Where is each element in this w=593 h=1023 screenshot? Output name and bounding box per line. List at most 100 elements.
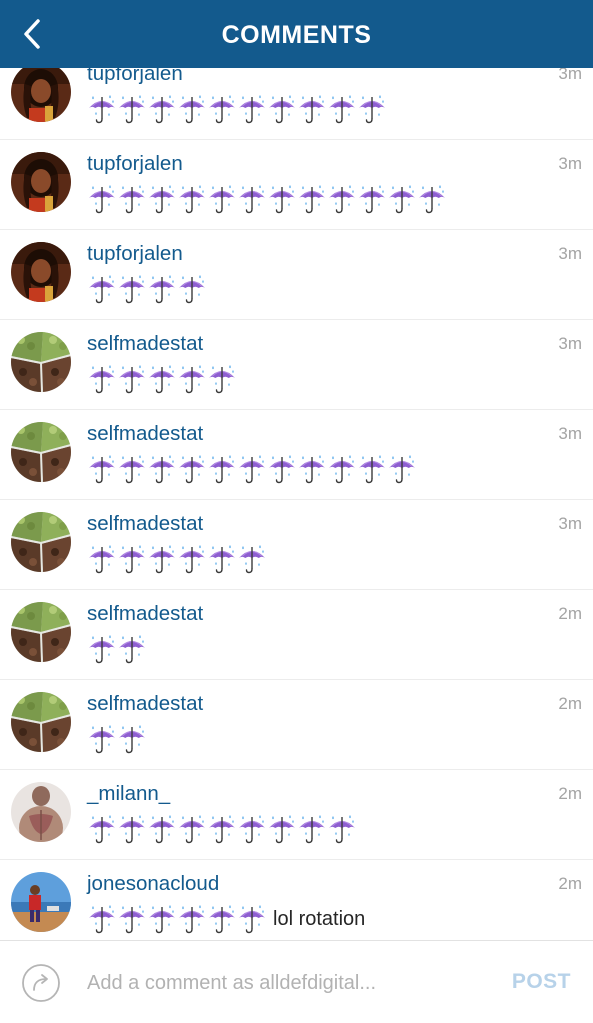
comment-timestamp: 2m: [558, 694, 582, 713]
umbrella-with-rain-icon: [119, 725, 145, 754]
comment-body: [87, 362, 237, 396]
avatar[interactable]: [11, 782, 71, 842]
comment-username[interactable]: jonesonacloud: [87, 872, 219, 896]
umbrella-with-rain-icon: [359, 455, 385, 484]
umbrella-with-rain-icon: [179, 455, 205, 484]
avatar[interactable]: [11, 422, 71, 482]
comment-username[interactable]: selfmadestat: [87, 602, 203, 626]
umbrella-with-rain-icon: [89, 635, 115, 664]
umbrella-with-rain-icon: [209, 455, 235, 484]
comment-body: [87, 632, 147, 666]
umbrella-with-rain-icon: [149, 545, 175, 574]
comment-body: lol rotation: [87, 902, 365, 936]
umbrella-with-rain-icon: [179, 185, 205, 214]
umbrella-with-rain-icon: [269, 815, 295, 844]
umbrella-with-rain-icon: [329, 455, 355, 484]
post-button[interactable]: POST: [512, 970, 571, 994]
comment-timestamp: 2m: [558, 604, 582, 623]
umbrella-with-rain-icon: [209, 905, 235, 934]
umbrella-with-rain-icon: [179, 545, 205, 574]
comment-timestamp: 3m: [558, 424, 582, 443]
umbrella-with-rain-icon: [89, 185, 115, 214]
umbrella-with-rain-icon: [299, 185, 325, 214]
comment-timestamp: 3m: [558, 154, 582, 173]
comment-username[interactable]: tupforjalen: [87, 152, 183, 176]
umbrella-with-rain-icon: [389, 185, 415, 214]
umbrella-with-rain-icon: [179, 275, 205, 304]
comment-username[interactable]: _milann_: [87, 782, 170, 806]
umbrella-with-rain-icon: [179, 365, 205, 394]
page-title: COMMENTS: [221, 20, 372, 49]
comment-list[interactable]: tupforjalen 3m tupforjalen 3m tupforjalen 3m s…: [0, 50, 593, 940]
comment-text: lol rotation: [273, 908, 366, 930]
umbrella-with-rain-icon: [89, 95, 115, 124]
umbrella-with-rain-icon: [149, 365, 175, 394]
avatar[interactable]: [11, 152, 71, 212]
umbrella-with-rain-icon: [149, 455, 175, 484]
comment-timestamp: 3m: [558, 334, 582, 353]
comment-row[interactable]: _milann_ 2m: [0, 770, 593, 860]
umbrella-with-rain-icon: [89, 815, 115, 844]
umbrella-with-rain-icon: [209, 365, 235, 394]
umbrella-with-rain-icon: [419, 185, 445, 214]
comment-row[interactable]: selfmadestat 3m: [0, 410, 593, 500]
umbrella-with-rain-icon: [149, 275, 175, 304]
avatar[interactable]: [11, 332, 71, 392]
avatar[interactable]: [11, 872, 71, 932]
umbrella-with-rain-icon: [239, 815, 265, 844]
umbrella-with-rain-icon: [119, 95, 145, 124]
umbrella-with-rain-icon: [119, 275, 145, 304]
comments-screen: COMMENTS tupforjalen 3m tupforjalen 3m tupfo…: [0, 0, 593, 1023]
umbrella-with-rain-icon: [89, 725, 115, 754]
share-arrow-icon[interactable]: [21, 963, 61, 1003]
umbrella-with-rain-icon: [179, 905, 205, 934]
comment-input[interactable]: [87, 967, 477, 999]
comment-body: [87, 92, 387, 126]
umbrella-with-rain-icon: [179, 95, 205, 124]
umbrella-with-rain-icon: [209, 95, 235, 124]
avatar[interactable]: [11, 602, 71, 662]
nav-bar: COMMENTS: [0, 0, 593, 68]
avatar[interactable]: [11, 242, 71, 302]
umbrella-with-rain-icon: [299, 815, 325, 844]
comment-row[interactable]: selfmadestat 2m: [0, 590, 593, 680]
umbrella-with-rain-icon: [239, 95, 265, 124]
umbrella-with-rain-icon: [149, 185, 175, 214]
umbrella-with-rain-icon: [329, 185, 355, 214]
comment-timestamp: 2m: [558, 784, 582, 803]
umbrella-with-rain-icon: [269, 455, 295, 484]
comment-username[interactable]: selfmadestat: [87, 512, 203, 536]
umbrella-with-rain-icon: [89, 365, 115, 394]
chevron-left-icon: [24, 19, 40, 49]
comment-body: [87, 272, 207, 306]
umbrella-with-rain-icon: [89, 545, 115, 574]
comment-row[interactable]: selfmadestat 3m: [0, 320, 593, 410]
umbrella-with-rain-icon: [149, 95, 175, 124]
umbrella-with-rain-icon: [179, 815, 205, 844]
comment-row[interactable]: tupforjalen 3m: [0, 140, 593, 230]
comment-username[interactable]: tupforjalen: [87, 242, 183, 266]
avatar[interactable]: [11, 62, 71, 122]
comment-row[interactable]: selfmadestat 2m: [0, 680, 593, 770]
umbrella-with-rain-icon: [89, 455, 115, 484]
umbrella-with-rain-icon: [299, 455, 325, 484]
umbrella-with-rain-icon: [359, 95, 385, 124]
umbrella-with-rain-icon: [329, 95, 355, 124]
umbrella-with-rain-icon: [269, 185, 295, 214]
comment-username[interactable]: selfmadestat: [87, 422, 203, 446]
back-button[interactable]: [14, 14, 50, 54]
umbrella-with-rain-icon: [359, 185, 385, 214]
comment-username[interactable]: selfmadestat: [87, 332, 203, 356]
umbrella-with-rain-icon: [239, 905, 265, 934]
avatar[interactable]: [11, 512, 71, 572]
comment-row[interactable]: tupforjalen 3m: [0, 230, 593, 320]
umbrella-with-rain-icon: [119, 635, 145, 664]
comment-row[interactable]: jonesonacloud 2m lol rotation: [0, 860, 593, 940]
umbrella-with-rain-icon: [119, 185, 145, 214]
avatar[interactable]: [11, 692, 71, 752]
comment-row[interactable]: selfmadestat 3m: [0, 500, 593, 590]
umbrella-with-rain-icon: [329, 815, 355, 844]
comment-body: [87, 542, 267, 576]
comment-username[interactable]: selfmadestat: [87, 692, 203, 716]
umbrella-with-rain-icon: [209, 545, 235, 574]
